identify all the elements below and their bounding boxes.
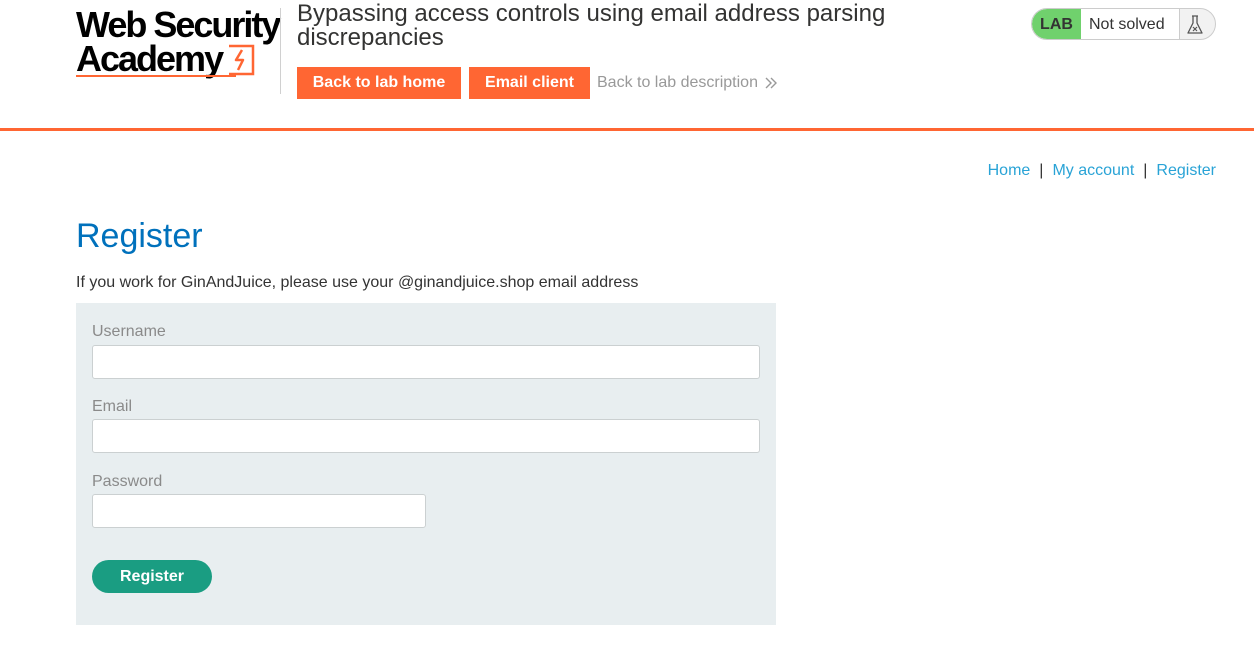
logo-text-line2: Academy [76,38,224,79]
logo-bolt-icon [229,44,255,76]
lab-title: Bypassing access controls using email ad… [297,0,886,51]
nav-register-link[interactable]: Register [1156,162,1216,179]
nav-separator: | [1039,162,1044,179]
header-divider [280,8,281,94]
nav-my-account-link[interactable]: My account [1052,162,1134,179]
nav-home-link[interactable]: Home [988,162,1031,179]
lab-tag: LAB [1032,9,1081,39]
web-security-academy-logo[interactable]: Web Security Academy [76,4,281,80]
password-label: Password [92,473,163,490]
site-header: Web Security Academy Bypassing access co… [0,0,1254,131]
back-to-lab-description-link[interactable]: Back to lab description [597,74,778,92]
username-label: Username [92,323,166,340]
email-label: Email [92,398,133,415]
logo-underline [76,75,236,77]
back-to-lab-home-button[interactable]: Back to lab home [297,67,461,99]
register-intro-text: If you work for GinAndJuice, please use … [76,274,639,291]
email-input[interactable] [92,419,760,453]
nav-separator: | [1143,162,1148,179]
double-chevron-right-icon [765,77,777,89]
email-client-button[interactable]: Email client [469,67,590,99]
lab-status-text: Not solved [1081,9,1180,39]
username-input[interactable] [92,345,760,379]
flask-icon[interactable] [1186,15,1204,35]
password-input[interactable] [92,494,426,528]
register-form: Username Email Password Register [76,303,776,625]
lab-status-widget: LAB Not solved [1031,8,1216,40]
register-button[interactable]: Register [92,560,212,593]
page-title: Register [76,217,203,255]
back-to-lab-description-label: Back to lab description [597,74,758,91]
top-nav: Home | My account | Register [988,162,1216,180]
logo-text-line1: Web Security [76,4,281,45]
